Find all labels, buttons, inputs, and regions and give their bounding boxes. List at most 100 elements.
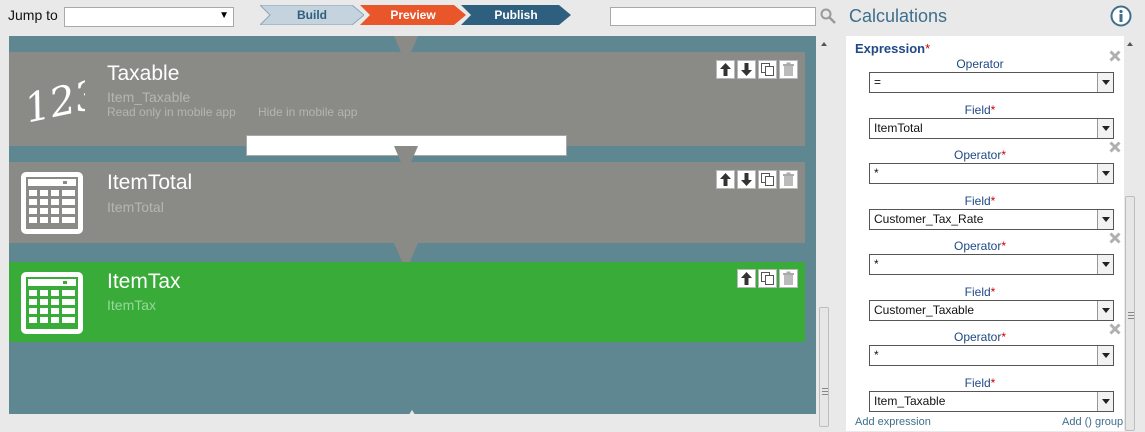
- required-mark: *: [990, 103, 996, 117]
- step-build[interactable]: Build: [260, 5, 364, 25]
- dropdown-button[interactable]: [1097, 210, 1113, 229]
- operator-select[interactable]: *: [869, 254, 1114, 275]
- field-select[interactable]: Customer_Tax_Rate: [869, 209, 1114, 230]
- field-title: Taxable: [107, 62, 180, 85]
- chevron-down-icon: [1102, 126, 1110, 131]
- calculator-icon: [21, 172, 83, 234]
- operator-select[interactable]: *: [869, 345, 1114, 366]
- panel-scrollbar[interactable]: [1124, 36, 1136, 431]
- delete-button[interactable]: [779, 60, 798, 79]
- arrow-up-icon: [720, 173, 731, 186]
- field-card-itemtax[interactable]: ItemTax ItemTax: [9, 262, 805, 342]
- remove-icon[interactable]: [1109, 323, 1121, 335]
- expression-label-text: Expression: [855, 41, 926, 56]
- svg-text:123: 123: [21, 71, 85, 129]
- step-publish-label: Publish: [494, 8, 538, 22]
- duplicate-button[interactable]: [758, 60, 777, 79]
- duplicate-button[interactable]: [758, 269, 777, 288]
- grip-line: [1128, 312, 1134, 313]
- dropdown-button[interactable]: [1097, 73, 1113, 92]
- dropdown-button[interactable]: [1097, 392, 1113, 411]
- field-select[interactable]: Customer_Taxable: [869, 300, 1114, 321]
- field-subtitle: ItemTax: [107, 297, 157, 313]
- dropdown-button[interactable]: [1097, 255, 1113, 274]
- chevron-down-icon: ▼: [219, 10, 229, 21]
- chevron-down-icon: [1102, 262, 1110, 267]
- field-select[interactable]: Item_Taxable: [869, 391, 1114, 412]
- required-mark: *: [990, 194, 996, 208]
- operator-label: Operator*: [846, 330, 1114, 344]
- grip-line: [822, 394, 828, 395]
- required-mark: *: [1001, 330, 1007, 344]
- move-up-button[interactable]: [716, 170, 735, 189]
- operator-label-text: Operator: [953, 330, 1002, 344]
- chevron-down-icon: [1102, 217, 1110, 222]
- field-title: ItemTax: [107, 270, 181, 293]
- operator-label-text: Operator: [953, 148, 1002, 162]
- dropdown-button[interactable]: [1097, 164, 1113, 183]
- chevron-down-icon: [1102, 171, 1110, 176]
- number-123-icon: 123: [21, 71, 85, 129]
- field-label: Field*: [846, 376, 1114, 390]
- copy-icon: [761, 63, 774, 76]
- search-input[interactable]: [610, 7, 816, 26]
- trash-icon: [783, 172, 794, 186]
- field-select[interactable]: ItemTotal: [869, 118, 1114, 139]
- copy-icon: [761, 173, 774, 186]
- expression-label: Expression*: [855, 41, 930, 56]
- required-mark: *: [925, 41, 931, 56]
- dropdown-button[interactable]: [1097, 346, 1113, 365]
- canvas-scrollbar[interactable]: [818, 36, 830, 431]
- search-icon[interactable]: [820, 8, 836, 24]
- arrow-down-icon: [741, 63, 752, 76]
- field-card-itemtotal[interactable]: ItemTotal ItemTotal: [9, 162, 805, 243]
- move-down-button[interactable]: [737, 60, 756, 79]
- operator-select[interactable]: =: [869, 72, 1114, 93]
- grip-line: [822, 391, 828, 392]
- field-card-taxable[interactable]: 123 Taxable Item_Taxable Read only in mo…: [9, 52, 805, 156]
- jump-to-select[interactable]: ▼: [64, 7, 234, 27]
- operator-select[interactable]: *: [869, 163, 1114, 184]
- trash-icon: [783, 271, 794, 285]
- operator-select-value: *: [874, 348, 879, 362]
- panel-title: Calculations: [849, 6, 948, 26]
- scrollbar-thumb[interactable]: [1125, 196, 1135, 431]
- info-icon[interactable]: [1110, 5, 1132, 27]
- remove-icon[interactable]: [1109, 232, 1121, 244]
- operator-label: Operator*: [846, 239, 1114, 253]
- operator-select-value: =: [874, 75, 882, 89]
- move-up-button[interactable]: [737, 269, 756, 288]
- field-label-text: Field: [964, 376, 991, 390]
- required-mark: *: [1001, 239, 1007, 253]
- delete-button[interactable]: [779, 269, 798, 288]
- remove-icon[interactable]: [1109, 141, 1121, 153]
- operator-label: Operator: [846, 57, 1114, 71]
- move-up-button[interactable]: [716, 60, 735, 79]
- chevron-down-icon: [1102, 399, 1110, 404]
- calculator-icon: [21, 272, 83, 334]
- required-mark: *: [990, 376, 996, 390]
- grip-line: [1128, 318, 1134, 319]
- add-expression-link[interactable]: Add expression: [855, 416, 931, 428]
- duplicate-button[interactable]: [758, 170, 777, 189]
- dropdown-button[interactable]: [1097, 119, 1113, 138]
- operator-label: Operator*: [846, 148, 1114, 162]
- remove-icon[interactable]: [1109, 50, 1121, 62]
- field-select-value: Customer_Taxable: [874, 303, 975, 317]
- step-publish[interactable]: Publish: [461, 5, 571, 25]
- scroll-up-icon[interactable]: [818, 39, 830, 49]
- scrollbar-thumb[interactable]: [819, 307, 829, 427]
- arrow-up-icon: [741, 272, 752, 285]
- move-down-button[interactable]: [737, 170, 756, 189]
- grip-line: [1128, 315, 1134, 316]
- step-preview[interactable]: Preview: [360, 5, 466, 25]
- add-group-link[interactable]: Add () group: [1062, 416, 1123, 428]
- scroll-up-icon[interactable]: [1124, 39, 1136, 49]
- field-select-value: Customer_Tax_Rate: [874, 212, 984, 226]
- dropdown-button[interactable]: [1097, 301, 1113, 320]
- required-mark: *: [990, 285, 996, 299]
- field-label-text: Field: [964, 285, 991, 299]
- delete-button[interactable]: [779, 170, 798, 189]
- field-select-value: ItemTotal: [874, 121, 923, 135]
- readonly-hint: Read only in mobile app: [107, 105, 236, 119]
